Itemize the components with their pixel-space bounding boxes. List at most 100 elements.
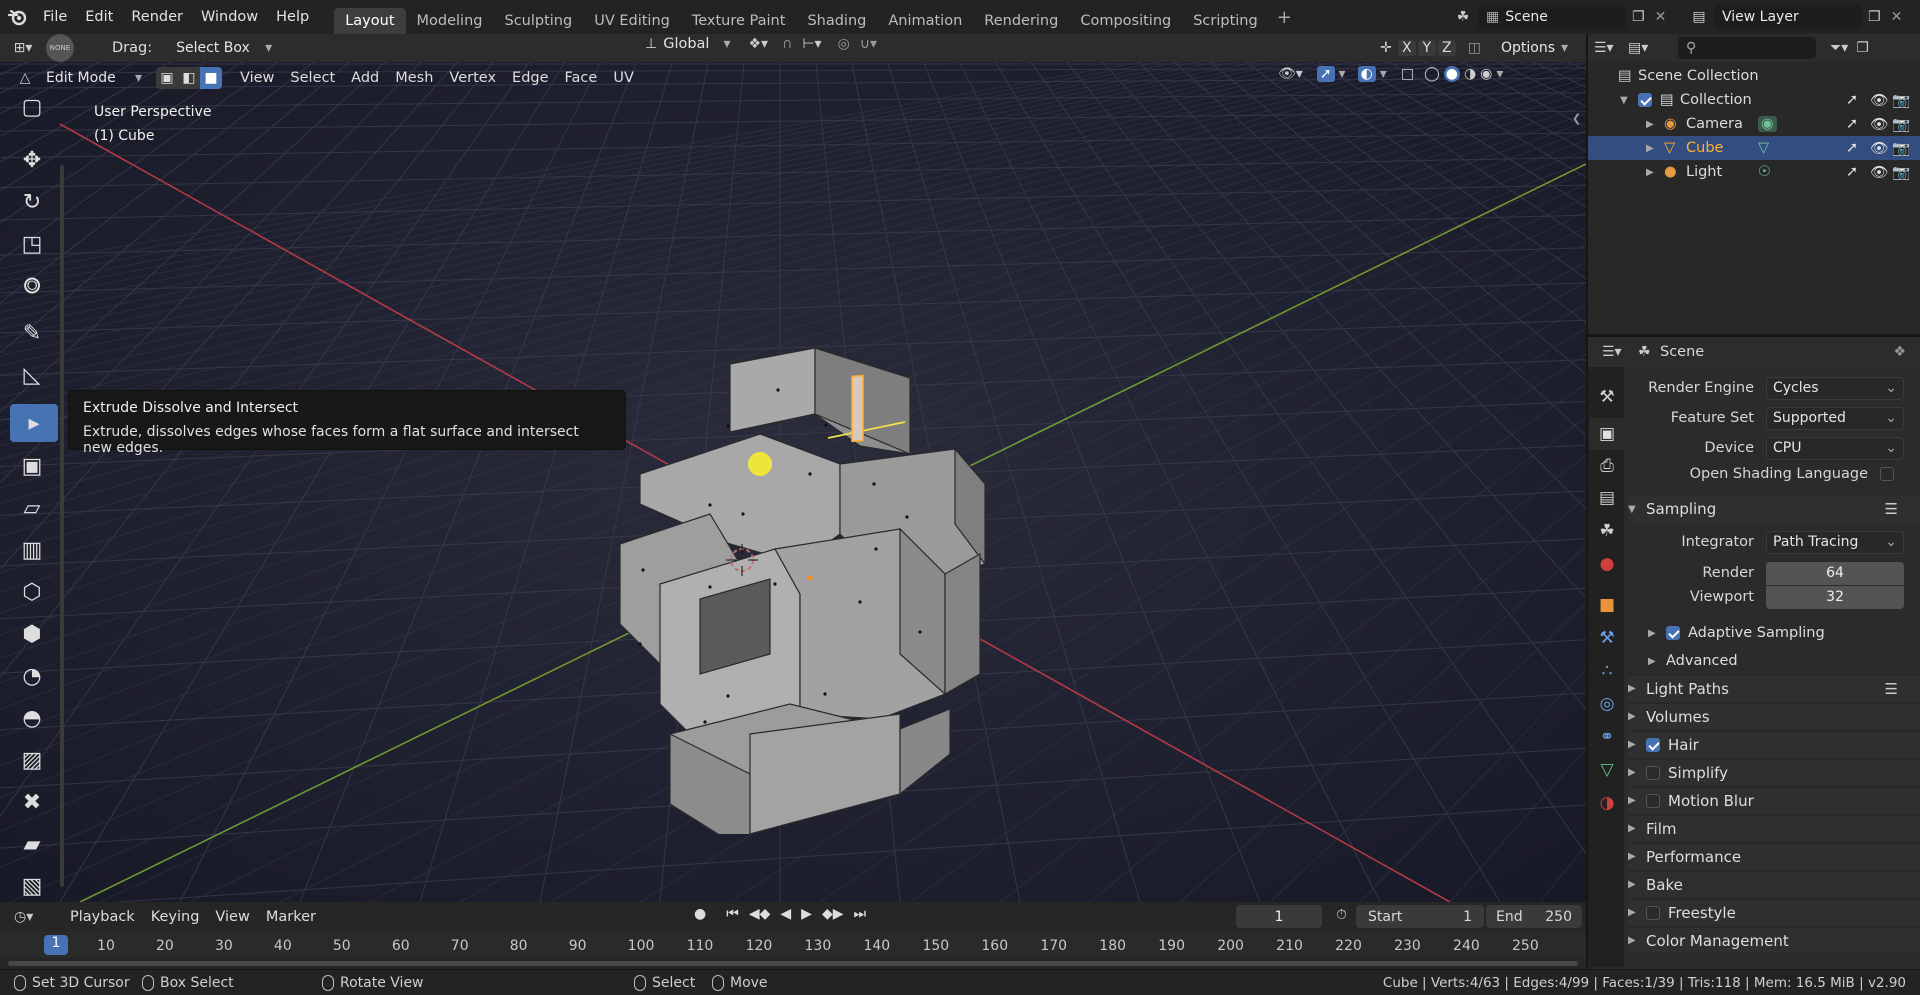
tab-animation[interactable]: Animation: [877, 8, 973, 34]
device-dropdown[interactable]: CPU ⌄: [1766, 436, 1904, 460]
rendered-shading-icon[interactable]: ◉: [1480, 66, 1492, 82]
prev-keyframe-icon[interactable]: ◀◆: [749, 906, 771, 922]
selectable-icon[interactable]: ➚: [1846, 116, 1858, 132]
face-select-icon[interactable]: ■: [200, 67, 222, 89]
add-workspace-button[interactable]: +: [1277, 7, 1292, 28]
properties-editor-icon[interactable]: ☰▾: [1602, 344, 1638, 360]
toolbar-scrollbar[interactable]: [60, 165, 64, 887]
options-dropdown[interactable]: Options ▾: [1492, 36, 1577, 60]
mirror-icon[interactable]: ✛: [1380, 40, 1392, 56]
outliner-collection-row[interactable]: ▼ ▤ Collection ➚ 👁 📷: [1588, 88, 1920, 112]
mirror-axis-z[interactable]: Z: [1437, 40, 1456, 56]
panel-bake[interactable]: ▶ Bake: [1628, 871, 1920, 897]
move-icon[interactable]: ✥: [10, 141, 54, 179]
eye-icon[interactable]: 👁: [1870, 140, 1888, 157]
panel-hair[interactable]: ▶ Hair: [1628, 731, 1920, 757]
play-icon[interactable]: ▶: [801, 906, 812, 922]
pivot-icon[interactable]: ❖▾: [749, 36, 769, 52]
tab-modeling[interactable]: Modeling: [406, 8, 494, 34]
render-camera-icon[interactable]: 📷: [1892, 164, 1910, 181]
vertex-select-icon[interactable]: ▣: [156, 67, 178, 89]
extrude-dissolve-icon[interactable]: ▸: [10, 404, 58, 442]
outliner-search-input[interactable]: ⚲: [1678, 37, 1816, 59]
panel-film[interactable]: ▶ Film: [1628, 815, 1920, 841]
solid-shading-icon[interactable]: ●: [1443, 66, 1460, 82]
timeline-editor-icon[interactable]: ◷▾: [14, 909, 62, 925]
mode-dropdown[interactable]: Edit Mode ▾: [40, 67, 148, 90]
eye-icon[interactable]: 👁: [1870, 164, 1888, 181]
expand-icon[interactable]: ▶: [1628, 823, 1646, 834]
physics-tab-icon[interactable]: ◎: [1589, 688, 1625, 720]
constraints-tab-icon[interactable]: ⚭: [1589, 721, 1625, 753]
timeline-scrollbar[interactable]: [8, 961, 1578, 966]
panel-volumes[interactable]: ▶ Volumes: [1628, 703, 1920, 729]
falloff-icon[interactable]: ∪▾: [860, 36, 877, 52]
tab-shading[interactable]: Shading: [796, 8, 877, 34]
poly-build-icon[interactable]: ⬢: [10, 615, 54, 653]
render-camera-icon[interactable]: 📷: [1892, 116, 1910, 133]
rip-region-icon[interactable]: ▧: [10, 867, 54, 905]
panel-checkbox[interactable]: [1646, 793, 1660, 808]
annotate-icon[interactable]: ✎: [10, 314, 54, 352]
new-scene-icon[interactable]: ❐: [1632, 9, 1645, 25]
menu-window[interactable]: Window: [192, 9, 267, 25]
active-tool-icon[interactable]: NONE: [46, 34, 74, 62]
expand-icon[interactable]: ▶: [1628, 795, 1646, 806]
panel-checkbox[interactable]: [1646, 737, 1660, 752]
outliner-item-camera[interactable]: ▶ ◉ Camera ◉ ➚ 👁 📷: [1588, 112, 1920, 136]
viewport-3d[interactable]: User Perspective (1) Cube ❮ Extrude Diss…: [0, 34, 1586, 902]
playhead[interactable]: 1: [44, 935, 68, 955]
tab-texture-paint[interactable]: Texture Paint: [681, 8, 797, 34]
jump-end-icon[interactable]: ⏭: [853, 906, 866, 922]
scene-selector[interactable]: ▦ Scene: [1478, 5, 1626, 29]
particles-tab-icon[interactable]: ∴: [1589, 655, 1625, 687]
eye-icon[interactable]: 👁: [1870, 92, 1888, 109]
material-tab-icon[interactable]: ◑: [1589, 787, 1625, 819]
delete-scene-icon[interactable]: ✕: [1655, 9, 1667, 25]
next-keyframe-icon[interactable]: ◆▶: [822, 906, 844, 922]
display-mode-icon[interactable]: ▤▾: [1628, 40, 1668, 56]
snap-target-icon[interactable]: ⊢▾: [802, 36, 821, 52]
pin-icon[interactable]: ❖: [1893, 344, 1906, 360]
snap-icon[interactable]: ∩: [782, 36, 792, 52]
start-frame-field[interactable]: Start 1: [1356, 905, 1484, 928]
select-box-icon[interactable]: ▢: [10, 88, 54, 126]
overlay-icon[interactable]: ◐: [1357, 66, 1376, 82]
scale-icon[interactable]: ◳: [10, 225, 54, 263]
orientation-dropdown[interactable]: Global: [663, 36, 709, 52]
editor-menu-add[interactable]: Add: [343, 70, 387, 86]
editor-menu-edge[interactable]: Edge: [504, 70, 557, 86]
editor-menu-uv[interactable]: UV: [605, 70, 642, 86]
advanced-subpanel[interactable]: ▶ Advanced: [1648, 648, 1920, 674]
knife-icon[interactable]: ⬡: [10, 573, 54, 611]
eye-icon[interactable]: 👁: [1870, 116, 1888, 133]
view-layer-selector[interactable]: View Layer: [1714, 5, 1862, 29]
adaptive-sampling-checkbox[interactable]: [1666, 626, 1680, 640]
sampling-panel-header[interactable]: ▼ Sampling ☰: [1628, 496, 1920, 522]
feature-set-dropdown[interactable]: Supported ⌄: [1766, 406, 1904, 430]
data-tab-icon[interactable]: ▽: [1589, 754, 1625, 786]
presets-icon[interactable]: ☰: [1885, 680, 1898, 698]
expand-icon[interactable]: ▶: [1628, 907, 1646, 918]
timeline-menu-playback[interactable]: Playback: [62, 909, 143, 925]
measure-icon[interactable]: ◺: [10, 356, 54, 394]
tab-layout[interactable]: Layout: [334, 8, 406, 34]
visibility-icon[interactable]: 👁▾: [1278, 66, 1303, 82]
mirror-axis-x[interactable]: X: [1397, 40, 1416, 56]
modifier-tab-icon[interactable]: ⚒: [1589, 622, 1625, 654]
selectable-icon[interactable]: ➚: [1846, 140, 1858, 156]
filter-icon[interactable]: ⏷▾: [1830, 40, 1848, 56]
menu-help[interactable]: Help: [267, 9, 318, 25]
loop-cut-icon[interactable]: ▥: [10, 531, 54, 569]
wireframe-shading-icon[interactable]: ◯: [1424, 66, 1440, 82]
tab-uv-editing[interactable]: UV Editing: [583, 8, 681, 34]
delete-view-layer-icon[interactable]: ✕: [1891, 9, 1903, 25]
xray-icon[interactable]: □: [1401, 66, 1414, 82]
expand-icon[interactable]: ▶: [1628, 851, 1646, 862]
panel-simplify[interactable]: ▶ Simplify: [1628, 759, 1920, 785]
selectable-icon[interactable]: ➚: [1846, 92, 1858, 108]
end-frame-field[interactable]: End 250: [1486, 905, 1582, 928]
viewport-samples-field[interactable]: 32: [1766, 585, 1904, 609]
auto-merge-icon[interactable]: ◫: [1468, 40, 1481, 56]
record-icon[interactable]: ●: [694, 906, 706, 922]
